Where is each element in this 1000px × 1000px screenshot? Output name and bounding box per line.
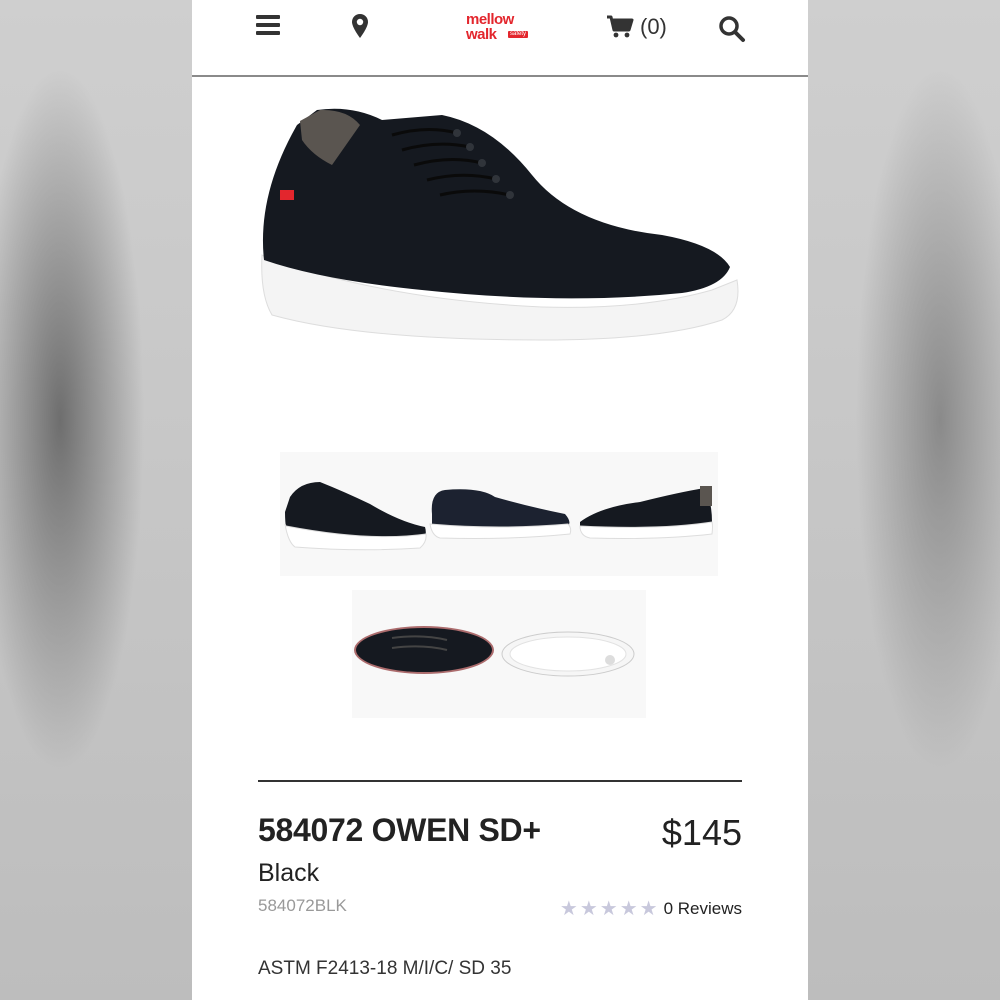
cart-count: (0) (640, 14, 667, 39)
thumbnail-2[interactable] (429, 489, 572, 539)
site-header: mellow walk safety (0) (192, 0, 808, 77)
location-pin-icon[interactable] (351, 13, 369, 44)
thumbnail-4[interactable] (354, 626, 494, 674)
thumbnail-1[interactable] (284, 482, 427, 551)
logo-line2: walk safety (466, 26, 529, 43)
reviews-link[interactable]: 0 Reviews (664, 899, 742, 919)
main-product-image[interactable] (242, 95, 762, 395)
mellow-walk-logo[interactable]: mellow walk safety (466, 12, 536, 46)
section-divider (258, 780, 742, 782)
product-color: Black (258, 859, 320, 887)
cart-button[interactable]: (0) (606, 14, 667, 40)
logo-line1: mellow (466, 11, 514, 28)
logo-tag: safety (508, 31, 529, 38)
product-spec: ASTM F2413-18 M/I/C/ SD 35 (258, 958, 512, 979)
search-icon[interactable] (718, 15, 746, 48)
thumbnail-row (280, 452, 718, 576)
cart-icon (607, 15, 634, 38)
thumbnail-row-2 (352, 590, 646, 718)
thumbnail-3[interactable] (579, 486, 713, 539)
thumbnail-5[interactable] (501, 631, 635, 677)
product-sku: 584072BLK (258, 896, 347, 915)
product-title: 584072 OWEN SD+ (258, 812, 541, 848)
star-rating-icon: ★★★★★ (559, 898, 660, 920)
menu-icon[interactable] (256, 15, 280, 39)
product-price: $145 (661, 812, 742, 853)
rating[interactable]: ★★★★★ 0 Reviews (560, 896, 742, 921)
product-page: mellow walk safety (0) 584072 OWEN SD+ $… (192, 0, 808, 1000)
